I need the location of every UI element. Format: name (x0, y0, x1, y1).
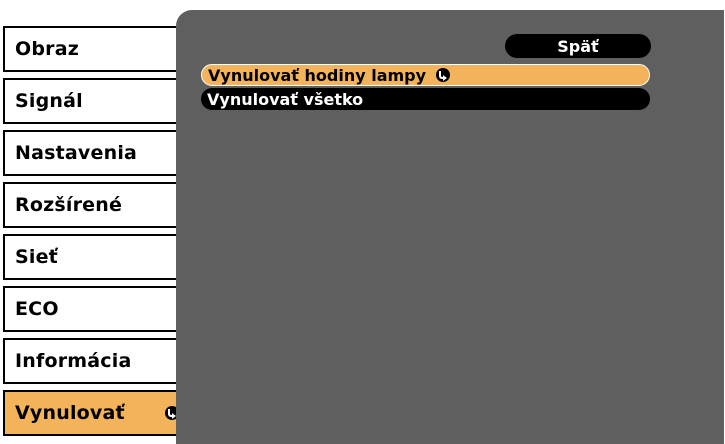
menu-item-nastavenia[interactable]: Nastavenia (3, 130, 193, 176)
menu-item-label: Sieť (15, 246, 58, 268)
option-label: Vynulovať všetko (207, 89, 364, 109)
option-reset-all[interactable]: Vynulovať všetko (201, 88, 650, 110)
menu-item-label: Nastavenia (15, 142, 138, 164)
menu-item-signal[interactable]: Signál (3, 78, 193, 124)
projector-menu-screen: Obraz Signál Nastavenia Rozšírené Sieť E… (0, 0, 725, 444)
menu-item-eco[interactable]: ECO (3, 286, 193, 332)
main-menu-sidebar: Obraz Signál Nastavenia Rozšírené Sieť E… (3, 20, 197, 444)
back-button-label: Späť (557, 36, 599, 56)
enter-icon (436, 68, 451, 82)
menu-item-label: Vynulovať (15, 402, 125, 424)
menu-item-siet[interactable]: Sieť (3, 234, 193, 280)
menu-item-label: Informácia (15, 350, 132, 372)
option-reset-lamp-hours[interactable]: Vynulovať hodiny lampy (201, 64, 650, 86)
menu-item-label: Signál (15, 90, 83, 112)
menu-item-vynulovat[interactable]: Vynulovať (3, 390, 193, 436)
menu-item-label: Rozšírené (15, 194, 123, 216)
menu-item-informacia[interactable]: Informácia (3, 338, 193, 384)
menu-item-label: ECO (15, 298, 59, 320)
menu-item-label: Obraz (15, 38, 80, 60)
menu-item-rozsirene[interactable]: Rozšírené (3, 182, 193, 228)
menu-item-obraz[interactable]: Obraz (3, 26, 193, 72)
option-label: Vynulovať hodiny lampy (208, 65, 427, 85)
back-button[interactable]: Späť (505, 34, 651, 58)
